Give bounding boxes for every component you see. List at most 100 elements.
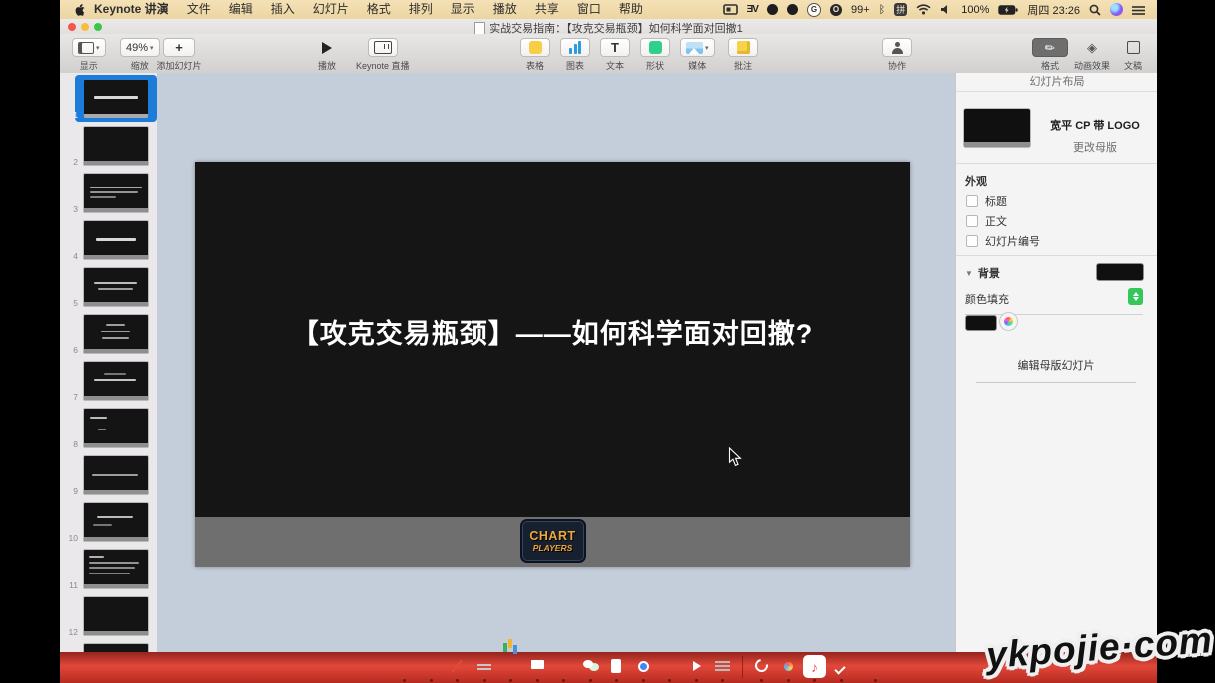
evernote-dock-icon[interactable] xyxy=(605,655,628,678)
blue-app-dock-icon[interactable] xyxy=(658,655,681,678)
menu-help[interactable]: 帮助 xyxy=(610,0,652,19)
body-checkbox[interactable] xyxy=(966,215,978,227)
menu-insert[interactable]: 插入 xyxy=(262,0,304,19)
keynote-dock-icon[interactable] xyxy=(526,655,549,678)
disclosure-triangle-icon[interactable]: ▼ xyxy=(965,269,973,278)
edit-master-slide-button[interactable]: 编辑母版幻灯片 xyxy=(976,357,1136,383)
fill-color-swatch[interactable] xyxy=(965,315,997,331)
menu-slide[interactable]: 幻灯片 xyxy=(304,0,358,19)
menu-edit[interactable]: 编辑 xyxy=(220,0,262,19)
slide-thumbnail-7[interactable]: 7 xyxy=(60,360,157,405)
wifi-icon[interactable] xyxy=(916,4,931,15)
body-checkbox-row[interactable]: 正文 xyxy=(966,213,1007,229)
finder-dock-icon[interactable] xyxy=(393,655,416,678)
wechat-dock-icon[interactable] xyxy=(579,655,602,678)
safari-dock-icon[interactable] xyxy=(446,655,469,678)
volume-icon[interactable] xyxy=(940,4,952,15)
change-master-button[interactable]: 更改母版 xyxy=(1036,139,1154,155)
slide-thumbnail-13[interactable] xyxy=(60,642,157,652)
apple-music-dock-icon[interactable]: ♪ xyxy=(803,655,826,678)
menu-format[interactable]: 格式 xyxy=(358,0,400,19)
comment-button[interactable]: 批注 xyxy=(728,38,758,72)
format-button[interactable]: ✎ 格式 xyxy=(1032,38,1068,72)
slide-thumbnail-8[interactable]: 8 xyxy=(60,407,157,452)
slide-thumbnail-5[interactable]: 5 xyxy=(60,266,157,311)
color-wheel-button[interactable] xyxy=(1000,313,1017,330)
video-player-dock-icon[interactable] xyxy=(685,655,708,678)
display-mirroring-icon[interactable] xyxy=(723,4,738,15)
input-method-icon[interactable]: 拼 xyxy=(894,3,907,16)
menubar-clock[interactable]: 周四 23:26 xyxy=(1027,2,1080,18)
battery-icon[interactable] xyxy=(998,5,1018,15)
slide-number-checkbox-row[interactable]: 幻灯片编号 xyxy=(966,233,1040,249)
check-v-app-dock-icon[interactable] xyxy=(830,655,853,678)
menu-view[interactable]: 显示 xyxy=(442,0,484,19)
slide-thumbnail-3[interactable]: 3 xyxy=(60,172,157,217)
slide-canvas-area[interactable]: 【攻克交易瓶颈】——如何科学面对回撤? CHART PLAYERS xyxy=(157,73,955,652)
o-status-icon[interactable]: O xyxy=(830,4,842,16)
comment-icon xyxy=(737,41,750,54)
menu-file[interactable]: 文件 xyxy=(178,0,220,19)
title-checkbox[interactable] xyxy=(966,195,978,207)
add-slide-button[interactable]: + 添加幻灯片 xyxy=(156,38,202,72)
status-dot-icon-2[interactable] xyxy=(787,4,798,15)
window-titlebar[interactable]: 实战交易指南：【攻克交易瓶颈】如何科学面对回撤1 xyxy=(60,19,1157,34)
fill-type-stepper[interactable] xyxy=(1128,288,1143,305)
trash-dock-icon[interactable] xyxy=(864,655,887,678)
spotlight-search-icon[interactable] xyxy=(1089,4,1101,16)
current-slide[interactable]: 【攻克交易瓶颈】——如何科学面对回撤? CHART PLAYERS xyxy=(195,162,910,567)
chrome-dock-icon[interactable] xyxy=(632,655,655,678)
table-button[interactable]: 表格 xyxy=(520,38,550,72)
keynote-live-button[interactable]: Keynote 直播 xyxy=(356,38,410,72)
menu-share[interactable]: 共享 xyxy=(526,0,568,19)
title-checkbox-row[interactable]: 标题 xyxy=(966,193,1007,209)
slide-thumbnail-11[interactable]: 11 xyxy=(60,548,157,593)
master-slide-thumbnail[interactable] xyxy=(964,109,1030,147)
bluetooth-icon[interactable]: ᛒ xyxy=(879,4,886,16)
slide-thumbnail-2[interactable]: 2 xyxy=(60,125,157,170)
launchpad-dock-icon[interactable] xyxy=(420,655,443,678)
apple-menu-icon[interactable] xyxy=(74,3,85,16)
textedit-dock-icon[interactable] xyxy=(711,655,734,678)
menubar-status-area: ƎV G O 99+ ᛒ 拼 100% 周四 23:26 xyxy=(723,2,1157,18)
ev-app-status-icon[interactable]: ƎV xyxy=(747,4,758,15)
qq-dock-icon[interactable] xyxy=(552,655,575,678)
zoom-control[interactable]: 49%▾ 缩放 xyxy=(120,38,160,72)
notes-dock-icon[interactable] xyxy=(473,655,496,678)
numbers-dock-icon[interactable] xyxy=(499,655,522,678)
notification-badge[interactable]: 99+ xyxy=(851,4,870,16)
chart-button[interactable]: 图表 xyxy=(560,38,590,72)
slide-thumbnail-9[interactable]: 9 xyxy=(60,454,157,499)
color-fill-row[interactable]: 颜色填充 xyxy=(965,291,1143,315)
slide-thumbnail-4[interactable]: 4 xyxy=(60,219,157,264)
text-button[interactable]: T 文本 xyxy=(600,38,630,72)
menu-window[interactable]: 窗口 xyxy=(568,0,610,19)
g-status-icon[interactable]: G xyxy=(807,3,821,17)
master-name: 宽平 CP 带 LOGO xyxy=(1036,117,1154,133)
siri-icon[interactable] xyxy=(1110,3,1123,16)
play-button[interactable]: 播放 xyxy=(312,38,342,72)
document-proxy-icon[interactable] xyxy=(474,22,485,35)
document-button[interactable]: 文稿 xyxy=(1118,38,1148,72)
animate-button[interactable]: ◈ 动画效果 xyxy=(1074,38,1110,72)
media-button[interactable]: ▾ 媒体 xyxy=(680,38,715,72)
slide-title-text[interactable]: 【攻克交易瓶颈】——如何科学面对回撤? xyxy=(195,312,910,351)
view-button[interactable]: ▾ 显示 xyxy=(72,38,106,72)
menu-arrange[interactable]: 排列 xyxy=(400,0,442,19)
netease-music-dock-icon[interactable] xyxy=(750,655,773,678)
status-dot-icon-1[interactable] xyxy=(767,4,778,15)
notification-center-icon[interactable] xyxy=(1132,5,1145,15)
background-section[interactable]: ▼ 背景 xyxy=(965,265,1000,281)
slide-thumbnail-6[interactable]: 6 xyxy=(60,313,157,358)
dark-app-dock-icon[interactable] xyxy=(777,655,800,678)
background-color-swatch[interactable] xyxy=(1096,263,1144,281)
shape-button[interactable]: 形状 xyxy=(640,38,670,72)
collaborate-button[interactable]: 协作 xyxy=(882,38,912,72)
keynote-window: 实战交易指南：【攻克交易瓶颈】如何科学面对回撤1 ▾ 显示 49%▾ 缩放 + … xyxy=(60,19,1157,652)
slide-thumbnail-1[interactable]: 1 xyxy=(60,78,157,123)
slide-thumbnail-12[interactable]: 12 xyxy=(60,595,157,640)
menu-keynote[interactable]: Keynote 讲演 xyxy=(85,0,178,19)
slide-number-checkbox[interactable] xyxy=(966,235,978,247)
slide-thumbnail-10[interactable]: 10 xyxy=(60,501,157,546)
menu-play[interactable]: 播放 xyxy=(484,0,526,19)
